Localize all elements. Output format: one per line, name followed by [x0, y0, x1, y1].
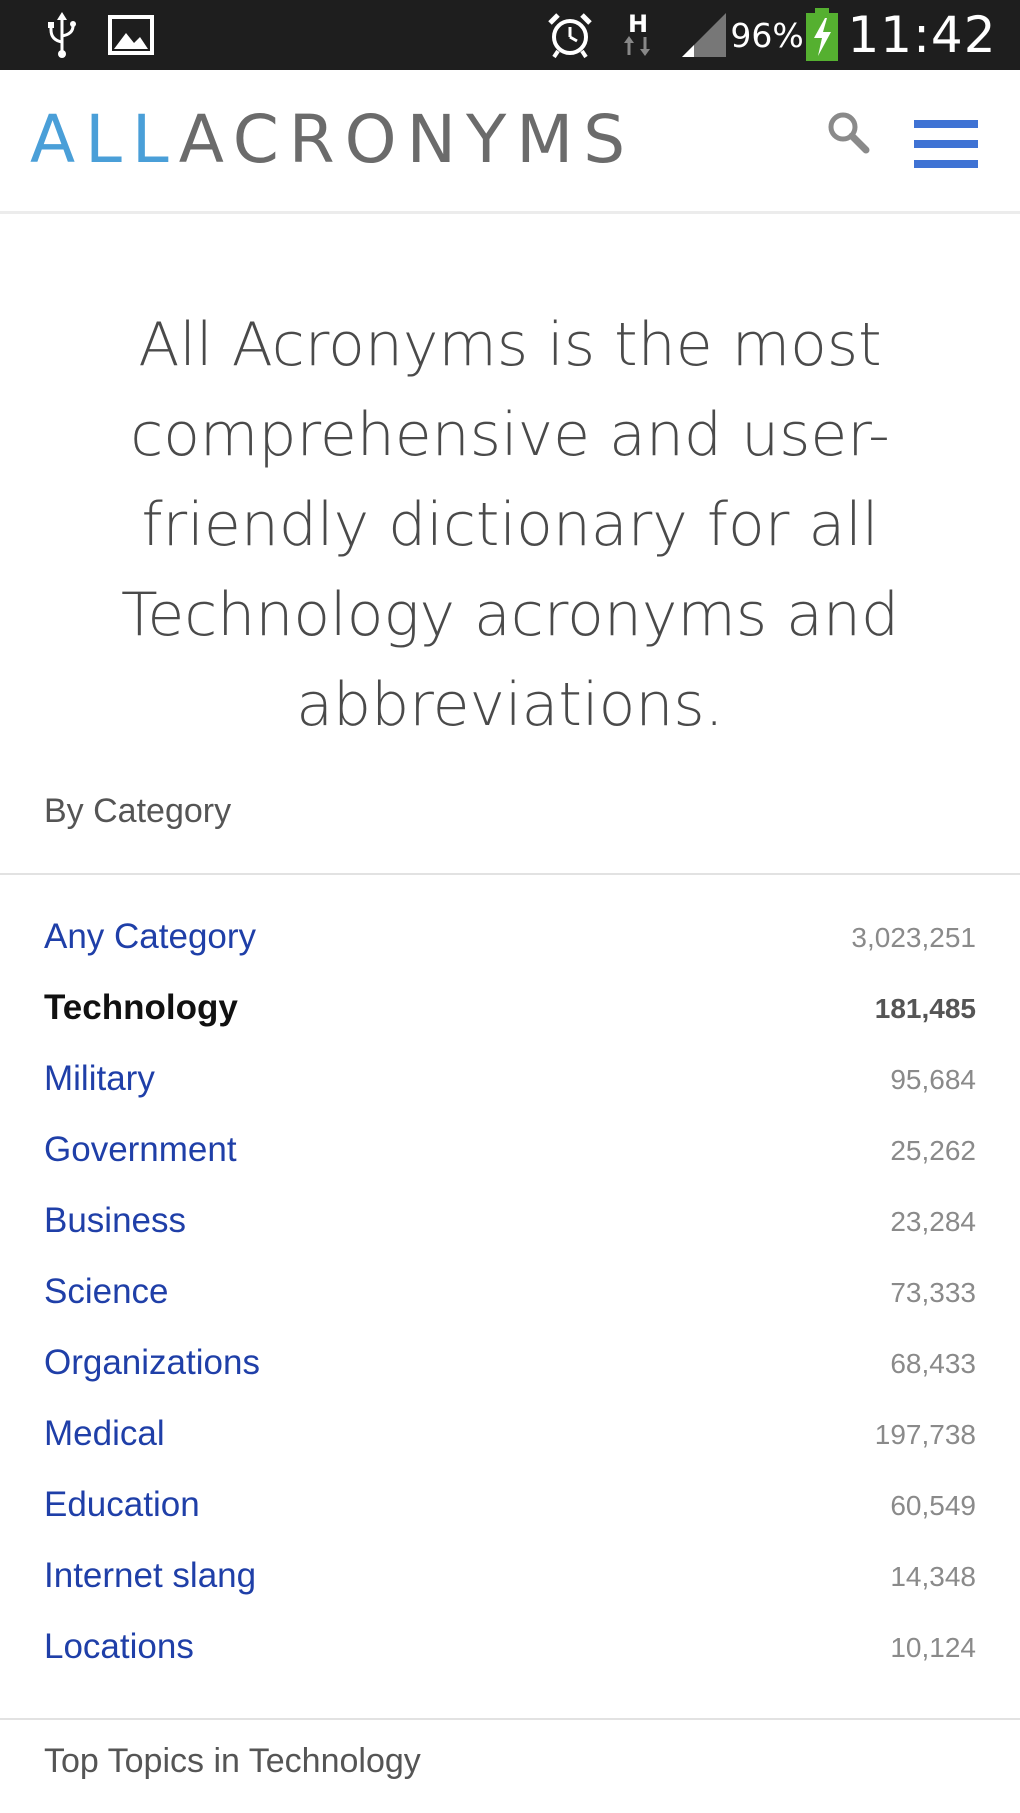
clock: 11:42	[847, 6, 997, 64]
by-category-heading: By Category	[44, 792, 232, 830]
battery-charging-icon	[802, 0, 842, 70]
category-list: Any Category 3,023,251 Technology 181,48…	[0, 903, 1020, 1684]
top-topics-heading: Top Topics in Technology	[44, 1742, 421, 1780]
usb-icon	[40, 0, 84, 70]
category-link[interactable]: Military	[44, 1059, 155, 1099]
category-count: 3,023,251	[851, 922, 976, 953]
search-icon[interactable]	[826, 110, 872, 156]
category-count: 10,124	[890, 1632, 976, 1663]
section-divider	[0, 1718, 1020, 1720]
network-letter: H	[628, 10, 648, 38]
category-count: 14,348	[890, 1561, 976, 1592]
category-count: 181,485	[874, 993, 976, 1024]
category-row-science[interactable]: Science 73,333	[0, 1258, 1020, 1329]
logo-part-acronyms: ACRONYMS	[178, 101, 636, 178]
hamburger-menu-icon[interactable]	[914, 116, 978, 172]
signal-icon	[678, 0, 730, 70]
hero-description: All Acronyms is the most comprehensive a…	[120, 310, 900, 740]
category-row-locations[interactable]: Locations 10,124	[0, 1613, 1020, 1684]
category-row-any-category[interactable]: Any Category 3,023,251	[0, 903, 1020, 974]
category-row-internet-slang[interactable]: Internet slang 14,348	[0, 1542, 1020, 1613]
category-count: 95,684	[890, 1064, 976, 1095]
category-row-government[interactable]: Government 25,262	[0, 1116, 1020, 1187]
site-logo[interactable]: ALL ACRONYMS	[30, 101, 636, 178]
section-divider	[0, 873, 1020, 875]
logo-part-all: ALL	[30, 101, 179, 178]
category-link[interactable]: Any Category	[44, 917, 256, 957]
network-h-icon: H	[618, 0, 658, 70]
category-row-organizations[interactable]: Organizations 68,433	[0, 1329, 1020, 1400]
category-count: 60,549	[890, 1490, 976, 1521]
category-row-military[interactable]: Military 95,684	[0, 1045, 1020, 1116]
category-link[interactable]: Technology	[44, 988, 238, 1028]
category-row-medical[interactable]: Medical 197,738	[0, 1400, 1020, 1471]
status-bar: H 96% 11:42	[0, 0, 1020, 70]
alarm-icon	[544, 0, 596, 70]
category-count: 73,333	[890, 1277, 976, 1308]
category-link[interactable]: Science	[44, 1272, 169, 1312]
image-icon	[104, 0, 158, 70]
category-link[interactable]: Education	[44, 1485, 200, 1525]
battery-percent: 96%	[730, 15, 804, 55]
category-link[interactable]: Organizations	[44, 1343, 260, 1383]
category-row-technology[interactable]: Technology 181,485	[0, 974, 1020, 1045]
category-link[interactable]: Business	[44, 1201, 186, 1241]
category-row-business[interactable]: Business 23,284	[0, 1187, 1020, 1258]
site-header: ALL ACRONYMS	[0, 70, 1020, 214]
category-count: 197,738	[874, 1419, 976, 1450]
category-count: 68,433	[890, 1348, 976, 1379]
category-link[interactable]: Medical	[44, 1414, 165, 1454]
category-link[interactable]: Locations	[44, 1627, 194, 1667]
category-row-education[interactable]: Education 60,549	[0, 1471, 1020, 1542]
category-link[interactable]: Government	[44, 1130, 237, 1170]
category-link[interactable]: Internet slang	[44, 1556, 256, 1596]
category-count: 25,262	[890, 1135, 976, 1166]
category-count: 23,284	[890, 1206, 976, 1237]
